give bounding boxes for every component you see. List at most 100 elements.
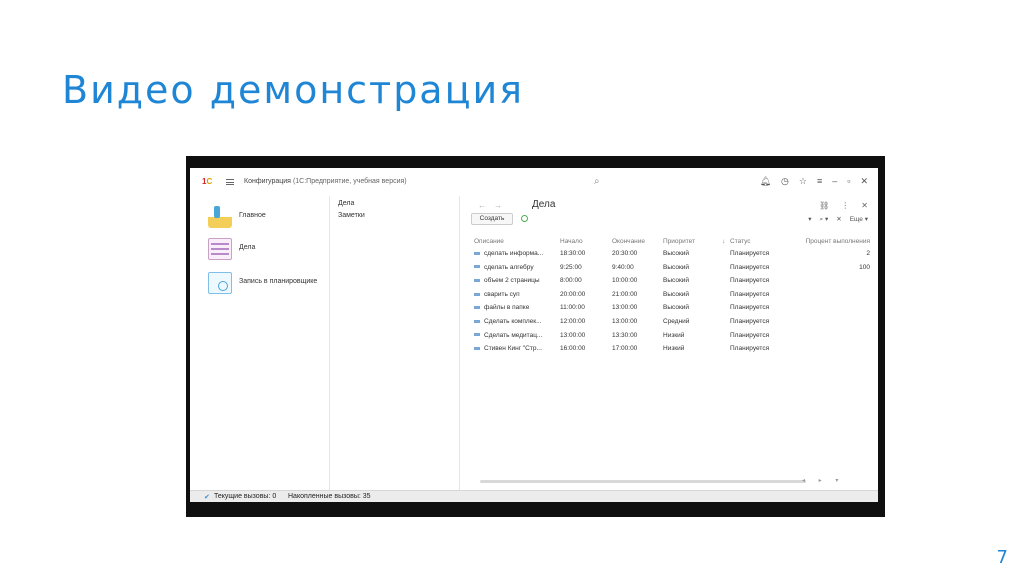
cell-text: Планируется bbox=[730, 290, 770, 298]
cell-prio: Низкий bbox=[663, 332, 713, 339]
menu-icon[interactable] bbox=[226, 179, 234, 185]
scroll-arrows[interactable]: ◂ ▸ ▾ bbox=[802, 477, 844, 484]
cell-text: 18:30:00 bbox=[560, 250, 586, 257]
cell-text: 2 bbox=[866, 250, 870, 257]
form-window-icons: ⛓︎ ⋮ ✕ bbox=[819, 201, 868, 210]
history-icon[interactable]: ◷ bbox=[781, 176, 789, 187]
more-vertical-icon[interactable]: ⋮ bbox=[841, 201, 849, 210]
row-item-icon bbox=[474, 278, 480, 282]
forward-arrow-icon[interactable]: → bbox=[494, 201, 510, 210]
check-icon: ✔ bbox=[204, 494, 210, 501]
link-icon[interactable]: ⛓︎ bbox=[819, 201, 829, 210]
top-toolbar: 🔔︎ ◷ ☆ ≡ – ▫ ✕ bbox=[760, 176, 868, 187]
close-form-icon[interactable]: ✕ bbox=[861, 201, 868, 210]
table-row[interactable]: Сделать медитац... 13:00:00 13:30:00 Низкий… bbox=[474, 330, 878, 344]
tasks-table: Описание Начало Окончание Приоритет ↓ Ст… bbox=[474, 236, 878, 357]
cell-text: 13:00:00 bbox=[612, 304, 638, 312]
cell-text: 13:00:00 bbox=[560, 331, 586, 339]
create-button[interactable]: Создать bbox=[471, 213, 513, 225]
cell-end: 20:30:00 bbox=[612, 250, 662, 257]
clear-icon[interactable]: ✕ bbox=[836, 215, 841, 224]
search-icon[interactable]: ⌕ ▾ bbox=[820, 215, 829, 224]
form-toolbar-right: ▾ ⌕ ▾ ✕ Еще ▾ bbox=[808, 215, 868, 224]
cell-text: Планируется bbox=[730, 331, 770, 339]
cell-text: файлы в папке bbox=[484, 304, 530, 312]
table-row[interactable]: сварить суп 20:00:00 21:00:00 Высокий Планир… bbox=[474, 289, 878, 303]
app-window: 1С Конфигурация (1С:Предприятие, учебная… bbox=[190, 168, 878, 502]
horizontal-scrollbar[interactable] bbox=[480, 480, 806, 483]
column-header-priority[interactable]: Приоритет bbox=[663, 238, 713, 245]
more-button[interactable]: Еще ▾ bbox=[850, 215, 868, 224]
sidebar-item-label: Главное bbox=[239, 212, 266, 219]
dropdown-icon[interactable]: ▾ bbox=[808, 215, 811, 224]
cell-pct: 100 bbox=[794, 264, 870, 271]
cell-text: 100 bbox=[859, 263, 870, 271]
cell-end: 17:00:00 bbox=[612, 345, 662, 352]
nav-arrows: ←→ bbox=[478, 201, 510, 210]
cell-prio: Высокий bbox=[663, 250, 713, 257]
search-icon[interactable]: ⌕ bbox=[594, 176, 600, 187]
column-header-start[interactable]: Начало bbox=[560, 238, 606, 245]
app-title-subtitle: (1С:Предприятие, учебная версия) bbox=[292, 178, 407, 185]
slide-number: 7 bbox=[996, 547, 1008, 568]
cell-text: 20:30:00 bbox=[612, 250, 638, 257]
cell-desc: файлы в папке bbox=[474, 304, 554, 311]
cell-text: 16:00:00 bbox=[560, 345, 586, 353]
star-icon[interactable]: ☆ bbox=[799, 176, 807, 187]
close-icon[interactable]: ✕ bbox=[860, 176, 868, 187]
sidebar-item-label: Запись в планировщике bbox=[239, 278, 318, 285]
1c-logo-icon: 1С bbox=[202, 177, 213, 186]
cell-start: 11:00:00 bbox=[560, 304, 606, 311]
cell-text: сделать алгебру bbox=[484, 263, 534, 271]
cell-text: 9:25:00 bbox=[560, 263, 582, 271]
cell-start: 12:00:00 bbox=[560, 318, 606, 325]
cell-text: Стивен Кинг "Стр... bbox=[484, 345, 542, 353]
sections-panel: Главное Дела Запись в планировщике bbox=[190, 196, 330, 490]
cell-desc: объем 2 страницы bbox=[474, 277, 554, 284]
cell-desc: Стивен Кинг "Стр... bbox=[474, 345, 554, 352]
back-arrow-icon[interactable]: ← bbox=[478, 201, 494, 210]
table-row[interactable]: Стивен Кинг "Стр... 16:00:00 17:00:00 Низки… bbox=[474, 343, 878, 357]
scheduler-icon bbox=[208, 272, 232, 294]
cell-pct: 2 bbox=[794, 250, 870, 257]
table-header: Описание Начало Окончание Приоритет ↓ Ст… bbox=[474, 236, 878, 248]
cell-text: Высокий bbox=[663, 277, 690, 285]
cell-prio: Высокий bbox=[663, 291, 713, 298]
list-form: ←→ Дела ⛓︎ ⋮ ✕ Создать ▾ ⌕ ▾ ✕ Еще ▾ Опи… bbox=[466, 196, 878, 490]
cell-start: 13:00:00 bbox=[560, 332, 606, 339]
section-link-tasks[interactable]: Дела bbox=[338, 200, 354, 207]
cell-status: Планируется bbox=[730, 250, 790, 257]
column-header-status[interactable]: Статус bbox=[730, 238, 790, 245]
cell-text: Планируется bbox=[730, 304, 770, 312]
column-header-end[interactable]: Окончание bbox=[612, 238, 662, 245]
column-header-description[interactable]: Описание bbox=[474, 238, 554, 245]
table-row[interactable]: файлы в папке 11:00:00 13:00:00 Высокий План… bbox=[474, 302, 878, 316]
row-item-icon bbox=[474, 346, 480, 350]
cell-prio: Высокий bbox=[663, 264, 713, 271]
maximize-icon[interactable]: ▫ bbox=[847, 176, 850, 187]
cell-text: Сделать комплек... bbox=[484, 317, 542, 325]
column-header-percent[interactable]: Процент выполнения bbox=[794, 238, 870, 245]
sidebar-item-main[interactable]: Главное bbox=[190, 202, 330, 232]
cell-status: Планируется bbox=[730, 291, 790, 298]
cell-prio: Низкий bbox=[663, 345, 713, 352]
cell-status: Планируется bbox=[730, 264, 790, 271]
tasks-icon bbox=[208, 238, 232, 260]
table-row[interactable]: сделать информа... 18:30:00 20:30:00 Высоки… bbox=[474, 248, 878, 262]
bell-icon[interactable]: 🔔︎ bbox=[760, 176, 771, 187]
cell-text: 10:00:00 bbox=[612, 277, 638, 285]
cell-text: Планируется bbox=[730, 277, 770, 285]
sidebar-item-scheduler[interactable]: Запись в планировщике bbox=[190, 268, 330, 298]
sidebar-item-tasks[interactable]: Дела bbox=[190, 234, 330, 264]
cell-text: 21:00:00 bbox=[612, 290, 638, 298]
minimize-icon[interactable]: – bbox=[832, 176, 837, 187]
table-row[interactable]: сделать алгебру 9:25:00 9:40:00 Высокий План… bbox=[474, 262, 878, 276]
settings-icon[interactable]: ≡ bbox=[817, 176, 822, 187]
table-row[interactable]: Сделать комплек... 12:00:00 13:00:00 Средни… bbox=[474, 316, 878, 330]
section-link-notes[interactable]: Заметки bbox=[338, 212, 365, 219]
refresh-icon[interactable] bbox=[521, 215, 528, 222]
section-commands: Дела Заметки bbox=[330, 196, 460, 490]
cell-end: 10:00:00 bbox=[612, 277, 662, 284]
table-row[interactable]: объем 2 страницы 8:00:00 10:00:00 Высокий Пл… bbox=[474, 275, 878, 289]
cell-text: Низкий bbox=[663, 345, 685, 353]
